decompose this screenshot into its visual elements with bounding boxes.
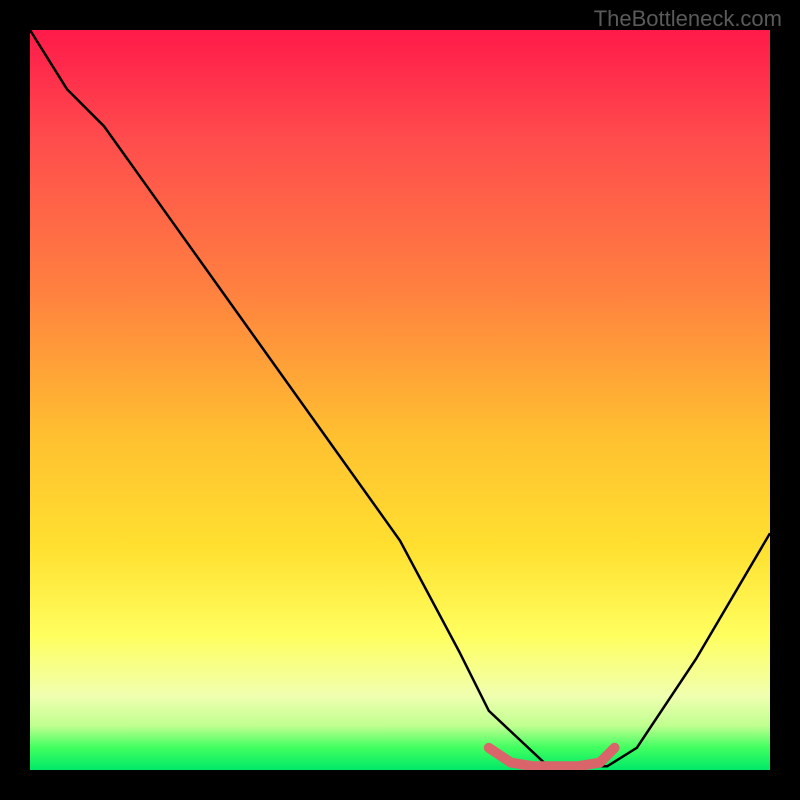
bottom-marker-path [489,748,615,767]
chart-gradient-area [30,30,770,770]
main-curve-path [30,30,770,766]
watermark-text: TheBottleneck.com [594,6,782,32]
chart-svg [30,30,770,770]
